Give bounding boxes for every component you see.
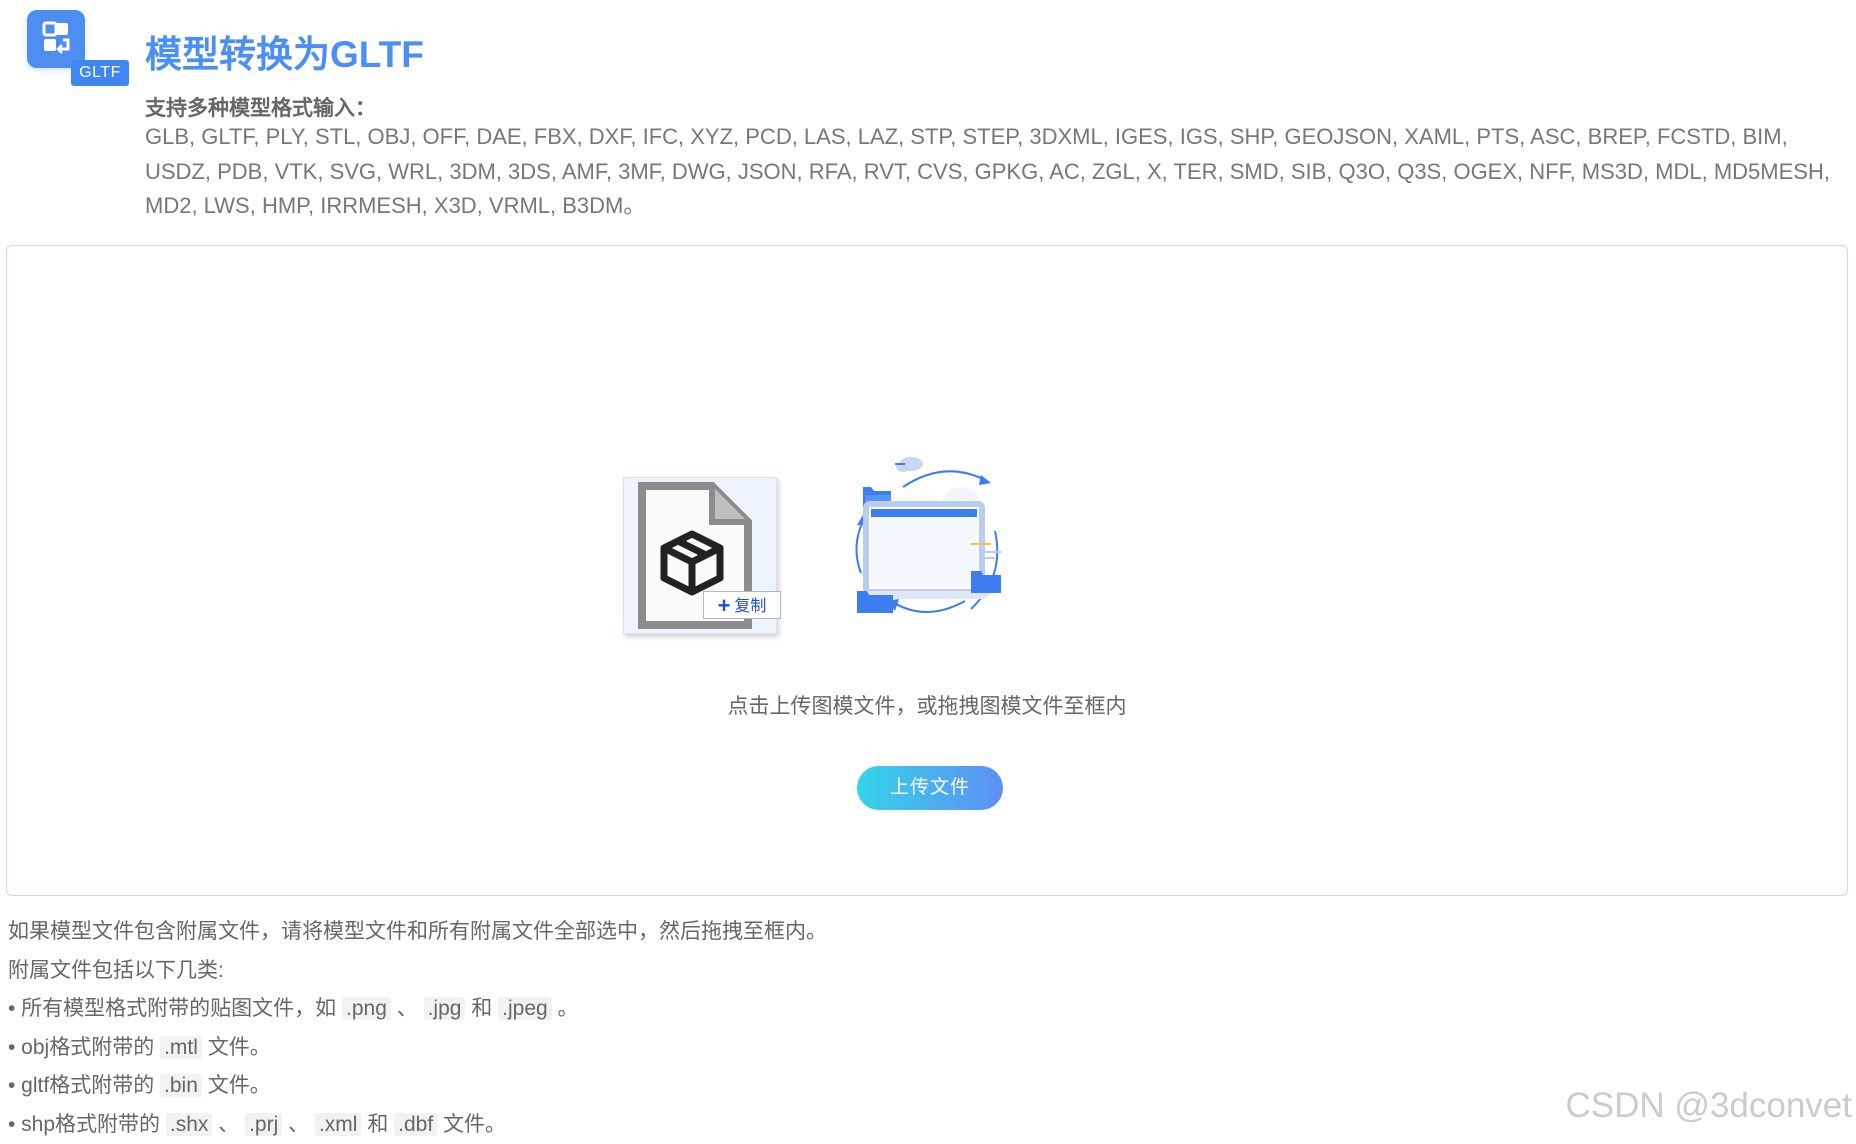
upload-dropzone[interactable]: +复制 点击上传图模文	[6, 245, 1848, 896]
ext-code: .shx	[166, 1113, 213, 1136]
ext-code: .png	[342, 997, 391, 1020]
app-logo: GLTF	[25, 8, 131, 80]
file-card: +复制	[623, 477, 777, 634]
computer-upload-illustration	[845, 451, 1025, 641]
ext-code: .mtl	[160, 1036, 202, 1059]
plus-icon: +	[718, 593, 731, 618]
upload-notes: 如果模型文件包含附属文件，请将模型文件和所有附属文件全部选中，然后拖拽至框内。 …	[8, 913, 1548, 1144]
note-gltf-files: • gltf格式附带的 .bin 文件。	[8, 1067, 1548, 1106]
logo-format-tag: GLTF	[71, 60, 129, 86]
csdn-watermark: CSDN @3dconvet	[1566, 1086, 1852, 1126]
page-title: 模型转换为GLTF	[145, 24, 424, 78]
note-obj-files: • obj格式附带的 .mtl 文件。	[8, 1029, 1548, 1068]
ext-code: .xml	[315, 1113, 362, 1136]
ext-code: .jpg	[424, 997, 466, 1020]
note-line: 如果模型文件包含附属文件，请将模型文件和所有附属文件全部选中，然后拖拽至框内。	[8, 913, 1548, 952]
ext-code: .prj	[245, 1113, 282, 1136]
upload-hint: 点击上传图模文件，或拖拽图模文件至框内	[7, 690, 1847, 720]
note-shp-files: • shp格式附带的 .shx 、 .prj 、 .xml 和 .dbf 文件。	[8, 1106, 1548, 1144]
formats-heading: 支持多种模型格式输入：	[145, 92, 376, 122]
note-line: 附属文件包括以下几类:	[8, 952, 1548, 991]
ext-code: .bin	[160, 1074, 202, 1097]
model-file-illustration: +复制	[617, 473, 781, 637]
note-texture-files: • 所有模型格式附带的贴图文件，如 .png 、 .jpg 和 .jpeg 。	[8, 990, 1548, 1029]
ext-code: .dbf	[394, 1113, 437, 1136]
copy-badge: +复制	[703, 591, 781, 619]
supported-formats-list: GLB, GLTF, PLY, STL, OBJ, OFF, DAE, FBX,…	[145, 120, 1835, 224]
copy-badge-label: 复制	[734, 598, 766, 615]
upload-file-button[interactable]: 上传文件	[857, 766, 1003, 810]
ext-code: .jpeg	[498, 997, 552, 1020]
